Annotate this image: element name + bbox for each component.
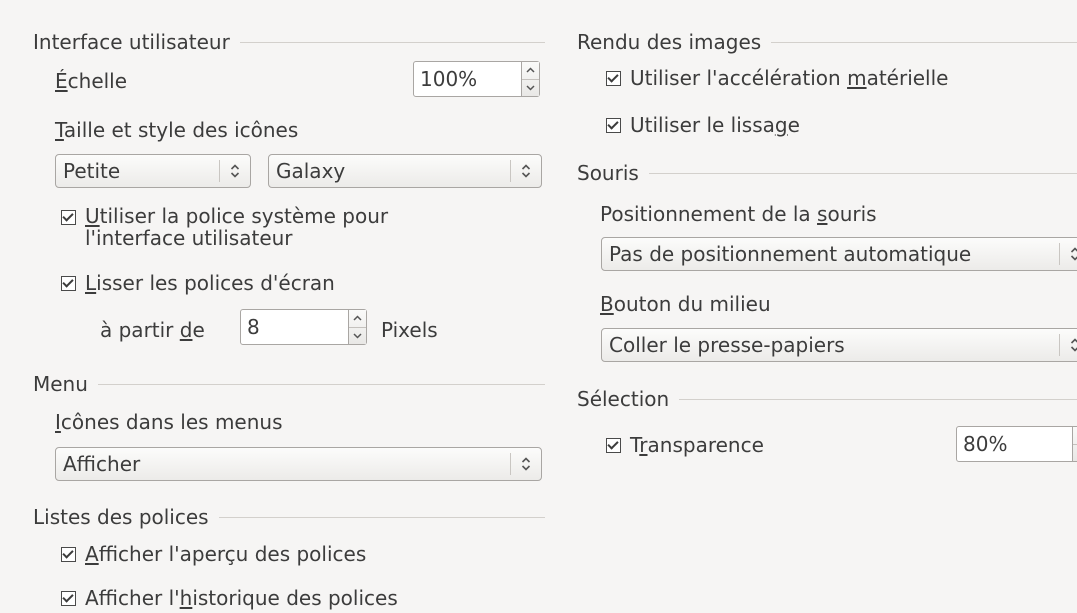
- transparency-value[interactable]: 80%: [957, 427, 1072, 461]
- middle-button-combo[interactable]: Coller le presse-papiers: [601, 328, 1077, 362]
- icon-size-combo[interactable]: Petite: [55, 154, 251, 188]
- font-history-checkbox[interactable]: Afficher l'historique des polices: [61, 586, 398, 610]
- section-title-font-lists: Listes des polices: [33, 505, 209, 529]
- spin-down-icon[interactable]: [349, 326, 366, 345]
- scale-value[interactable]: 100%: [414, 62, 521, 96]
- section-title-mouse: Souris: [577, 161, 639, 185]
- section-rule: [218, 516, 545, 518]
- section-mouse: Souris: [577, 161, 1077, 185]
- checkbox-checked-icon[interactable]: [606, 118, 621, 133]
- antialias-checkbox[interactable]: Lisser les polices d'écran: [61, 271, 335, 295]
- section-rule: [771, 41, 1077, 43]
- section-rule: [239, 41, 545, 43]
- antialiasing-checkbox[interactable]: Utiliser le lissage: [606, 113, 800, 137]
- icons-in-menus-combo[interactable]: Afficher: [55, 447, 542, 481]
- middle-button-value: Coller le presse-papiers: [609, 333, 845, 357]
- section-menu: Menu: [33, 372, 545, 396]
- icon-style-combo[interactable]: Galaxy: [268, 154, 542, 188]
- mouse-positioning-label: Positionnement de la souris: [600, 202, 877, 226]
- from-label: à partir de: [100, 318, 205, 342]
- checkbox-checked-icon[interactable]: [61, 210, 76, 225]
- combo-updown-icon: [511, 448, 541, 480]
- checkbox-checked-icon[interactable]: [61, 276, 76, 291]
- checkbox-checked-icon[interactable]: [606, 71, 621, 86]
- checkbox-checked-icon[interactable]: [606, 438, 621, 453]
- combo-updown-icon: [511, 155, 541, 187]
- icon-style-value: Galaxy: [276, 159, 346, 183]
- transparency-spinner[interactable]: 80%: [956, 426, 1077, 462]
- font-preview-label: Afficher l'aperçu des polices: [85, 542, 367, 566]
- section-title-menu: Menu: [33, 372, 88, 396]
- spin-up-icon[interactable]: [522, 62, 539, 79]
- section-interface: Interface utilisateur: [33, 30, 545, 54]
- section-graphics-output: Rendu des images: [577, 30, 1077, 54]
- pixels-unit-label: Pixels: [381, 318, 438, 342]
- icon-size-value: Petite: [63, 159, 121, 183]
- transparency-checkbox[interactable]: Transparence: [606, 433, 764, 457]
- font-preview-checkbox[interactable]: Afficher l'aperçu des polices: [61, 542, 366, 566]
- spin-down-icon[interactable]: [522, 78, 539, 97]
- hw-accel-label: Utiliser l'accélération matérielle: [630, 66, 949, 90]
- antialiasing-label: Utiliser le lissage: [630, 113, 800, 137]
- spin-down-icon[interactable]: [1073, 443, 1077, 462]
- min-pixels-value[interactable]: 8: [241, 310, 348, 344]
- section-rule: [679, 398, 1077, 400]
- transparency-label: Transparence: [630, 433, 764, 457]
- spin-up-icon[interactable]: [1073, 427, 1077, 444]
- section-title-interface: Interface utilisateur: [33, 30, 230, 54]
- system-font-label: Utiliser la police système pour l'interfa…: [85, 204, 389, 250]
- mouse-positioning-combo[interactable]: Pas de positionnement automatique: [601, 237, 1077, 271]
- section-title-graphics-output: Rendu des images: [577, 30, 762, 54]
- combo-updown-icon: [1060, 329, 1077, 361]
- icons-in-menus-value: Afficher: [63, 452, 141, 476]
- checkbox-checked-icon[interactable]: [61, 591, 76, 606]
- antialias-label: Lisser les polices d'écran: [85, 271, 335, 295]
- section-font-lists: Listes des polices: [33, 505, 545, 529]
- section-selection: Sélection: [577, 387, 1077, 411]
- hw-accel-checkbox[interactable]: Utiliser l'accélération matérielle: [606, 66, 948, 90]
- checkbox-checked-icon[interactable]: [61, 547, 76, 562]
- section-rule: [97, 383, 545, 385]
- scale-spinner[interactable]: 100%: [413, 61, 540, 97]
- scale-label: Échelle: [55, 69, 128, 93]
- middle-button-label: Bouton du milieu: [600, 292, 771, 316]
- font-history-label: Afficher l'historique des polices: [85, 586, 398, 610]
- icon-size-style-label: Taille et style des icônes: [55, 118, 299, 142]
- icons-in-menus-label: Icônes dans les menus: [55, 410, 283, 434]
- mouse-positioning-value: Pas de positionnement automatique: [609, 242, 972, 266]
- system-font-checkbox[interactable]: Utiliser la police système pour l'interfa…: [61, 205, 388, 249]
- combo-updown-icon: [220, 155, 250, 187]
- section-rule: [648, 172, 1077, 174]
- section-title-selection: Sélection: [577, 387, 670, 411]
- spin-up-icon[interactable]: [349, 310, 366, 327]
- min-pixels-spinner[interactable]: 8: [240, 309, 367, 345]
- combo-updown-icon: [1060, 238, 1077, 270]
